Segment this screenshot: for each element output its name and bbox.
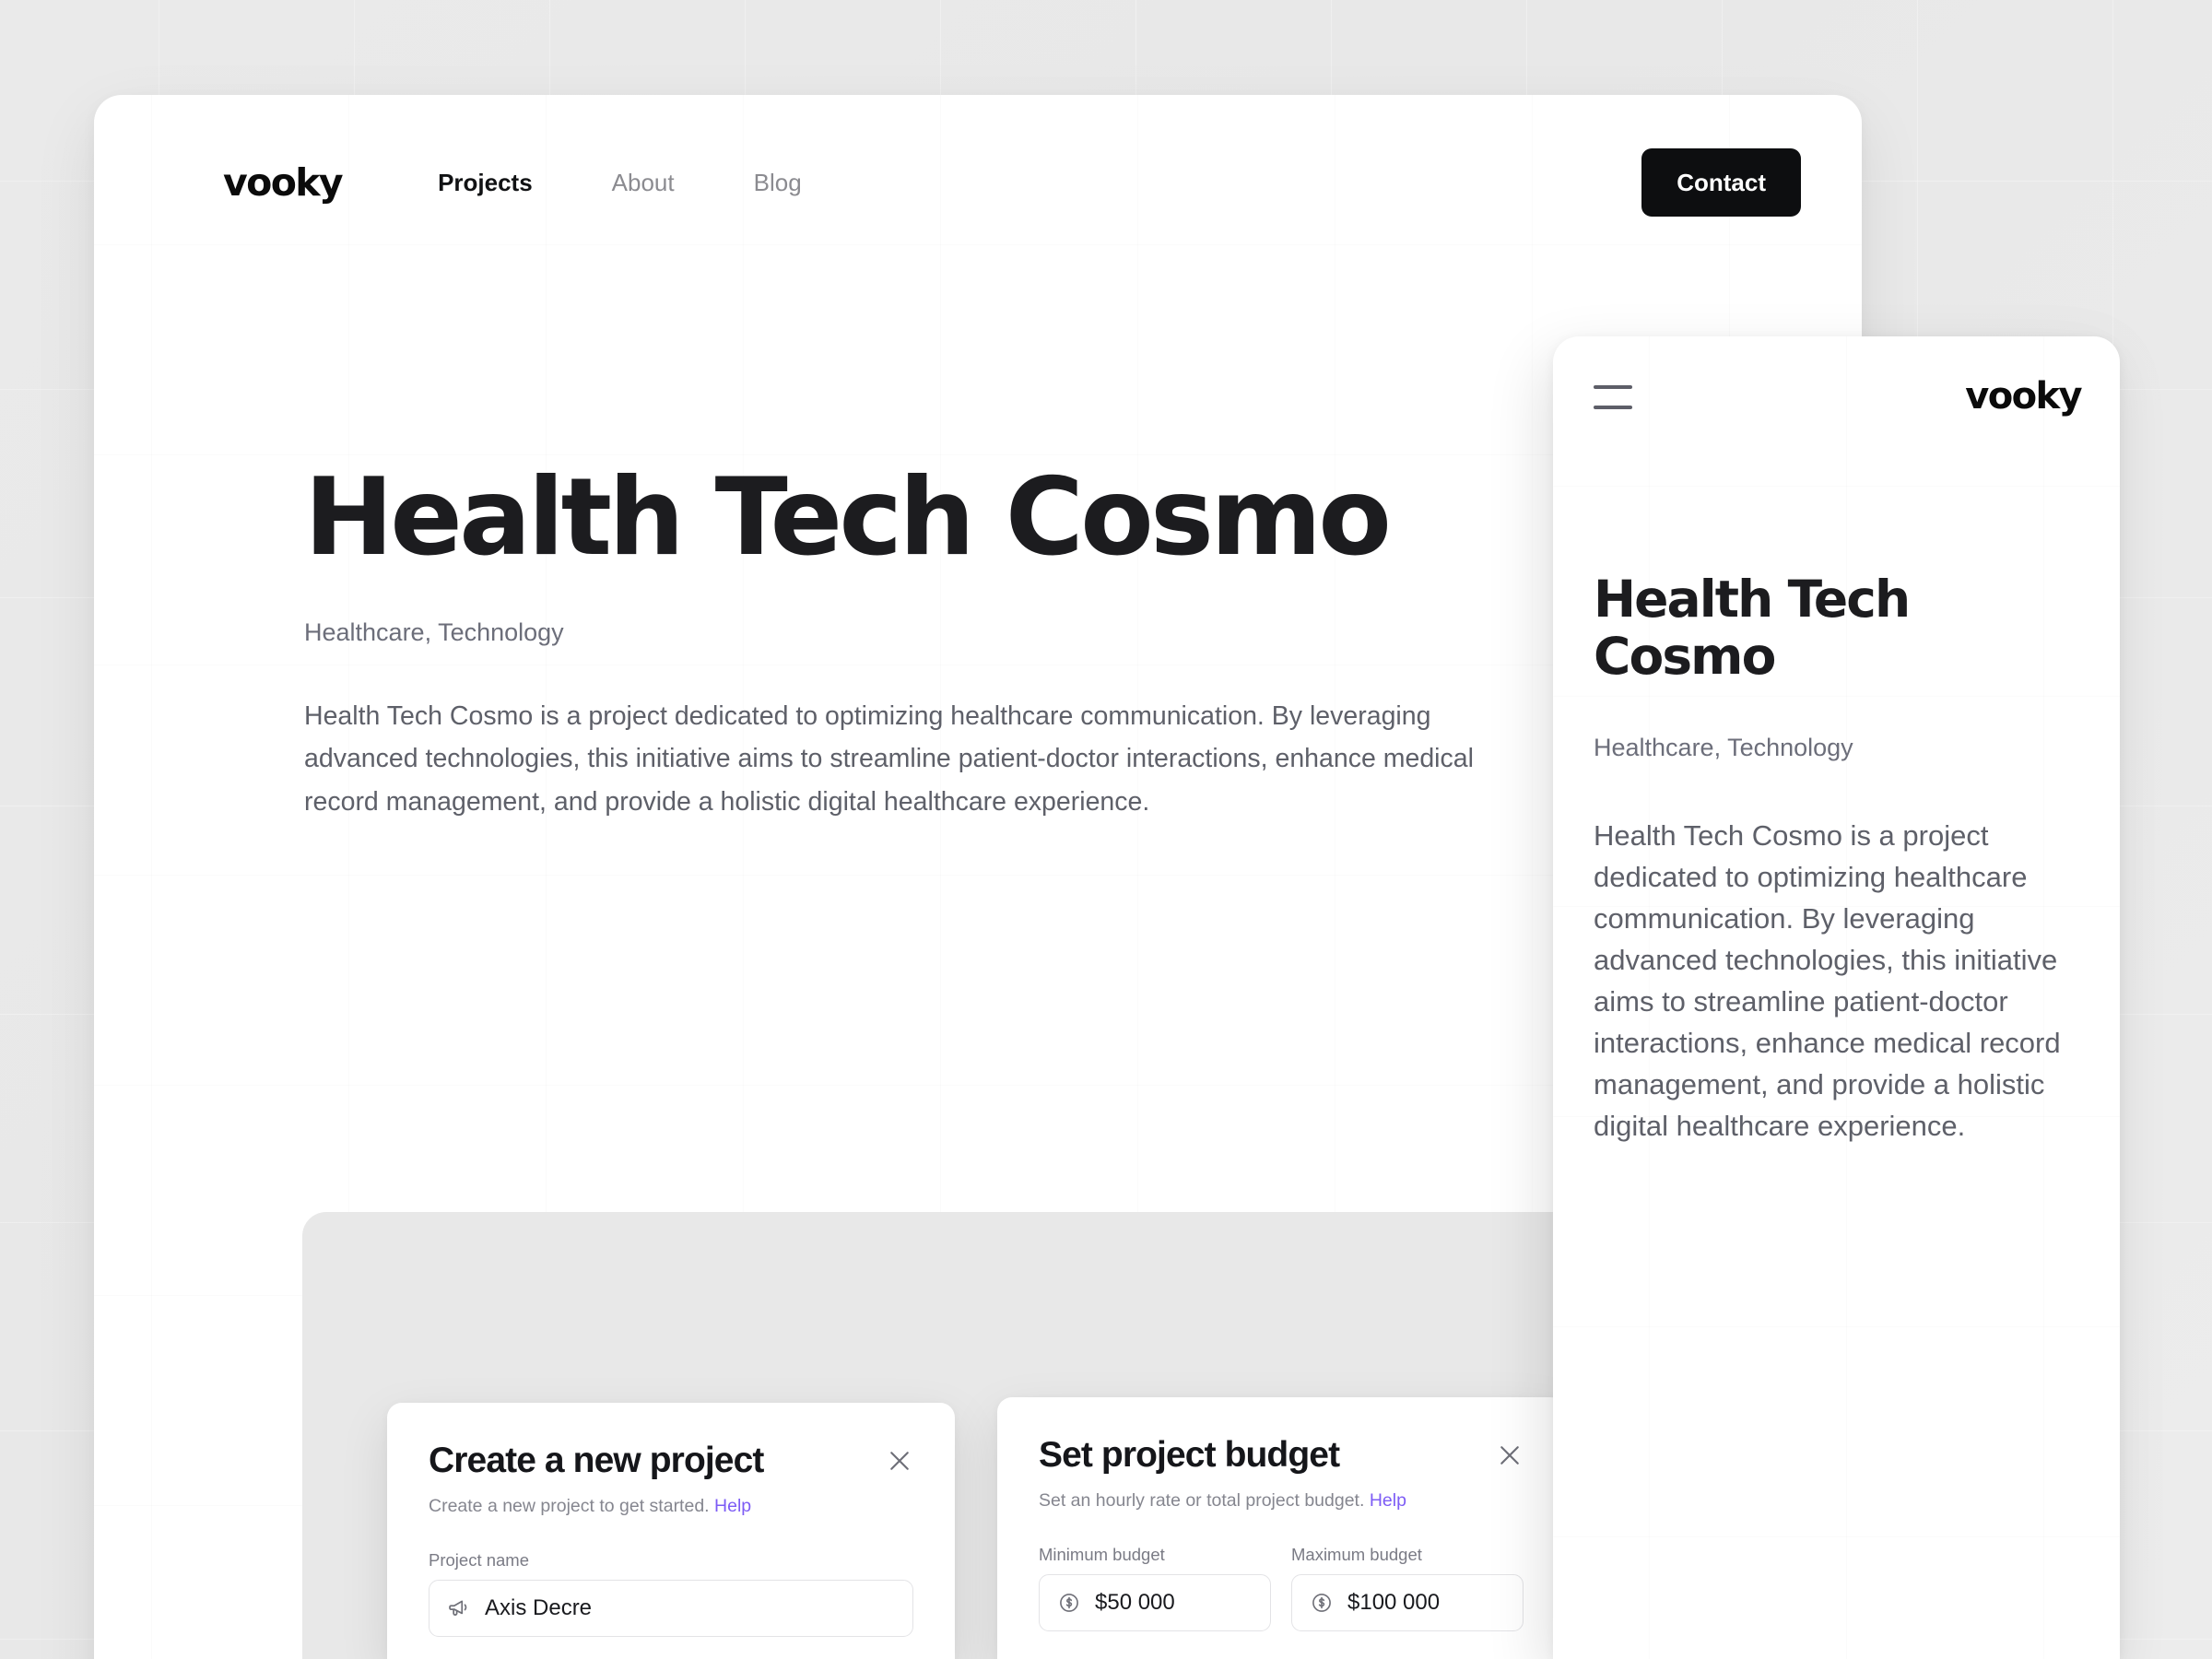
primary-nav: Projects About Blog — [438, 161, 881, 204]
dollar-circle-icon — [1310, 1591, 1334, 1615]
project-description: Health Tech Cosmo is a project dedicated… — [304, 701, 1474, 817]
project-name-input[interactable]: Axis Decre — [429, 1579, 913, 1637]
help-link[interactable]: Help — [1370, 1490, 1406, 1511]
maximum-budget-field: Maximum budget $100 000 — [1291, 1513, 1524, 1631]
screenshot-stage: vooky Projects About Blog Contact Health… — [0, 0, 2212, 1659]
mobile-navbar: vooky — [1553, 336, 2120, 456]
minimum-budget-field: Minimum budget $50 000 — [1039, 1513, 1271, 1631]
maximum-budget-label: Maximum budget — [1291, 1545, 1422, 1565]
project-name-label: Project name — [429, 1550, 529, 1571]
page-title: Health Tech Cosmo — [304, 455, 1392, 580]
mobile-preview-card: vooky Health Tech Cosmo Healthcare, Tech… — [1553, 336, 2120, 1659]
hamburger-line — [1594, 385, 1632, 389]
mobile-project-tags: Healthcare, Technology — [1594, 734, 1853, 762]
nav-link-about[interactable]: About — [612, 161, 675, 204]
maximum-budget-input[interactable]: $100 000 — [1291, 1573, 1524, 1631]
minimum-budget-value: $50 000 — [1095, 1589, 1175, 1615]
nav-link-projects[interactable]: Projects — [438, 161, 533, 204]
set-budget-modal: Set project budget Set an hourly rate or… — [997, 1397, 1565, 1659]
close-icon[interactable] — [1496, 1441, 1524, 1469]
close-icon[interactable] — [886, 1447, 913, 1475]
dollar-circle-icon — [1057, 1591, 1081, 1615]
megaphone-icon — [447, 1596, 471, 1620]
project-tags: Healthcare, Technology — [304, 618, 564, 647]
help-link[interactable]: Help — [714, 1496, 751, 1516]
create-project-subtitle-text: Create a new project to get started. — [429, 1495, 710, 1516]
maximum-budget-value: $100 000 — [1347, 1589, 1441, 1615]
create-project-modal-subtitle: Create a new project to get started. Hel… — [429, 1494, 913, 1519]
brand-logo[interactable]: vooky — [223, 163, 344, 202]
create-project-modal-title: Create a new project — [429, 1441, 764, 1480]
set-budget-modal-header: Set project budget — [1039, 1435, 1524, 1476]
minimum-budget-label: Minimum budget — [1039, 1545, 1165, 1565]
mobile-brand-logo[interactable]: vooky — [1965, 378, 2082, 415]
hamburger-line — [1594, 406, 1632, 409]
set-budget-modal-subtitle: Set an hourly rate or total project budg… — [1039, 1488, 1524, 1513]
minimum-budget-input[interactable]: $50 000 — [1039, 1573, 1271, 1631]
set-budget-modal-title: Set project budget — [1039, 1435, 1340, 1475]
mobile-page-title: Health Tech Cosmo — [1594, 570, 1911, 686]
desktop-navbar: vooky Projects About Blog Contact — [94, 95, 1862, 270]
hero-section: Health Tech Cosmo Healthcare, Technology… — [304, 455, 1613, 823]
budget-fields-row: Minimum budget $50 000 Maximum budget $1… — [1039, 1513, 1524, 1631]
mobile-hero-section: Health Tech Cosmo Healthcare, Technology… — [1594, 571, 2080, 1147]
create-project-modal-header: Create a new project — [429, 1441, 913, 1481]
set-budget-subtitle-text: Set an hourly rate or total project budg… — [1039, 1489, 1365, 1511]
nav-link-blog[interactable]: Blog — [754, 161, 802, 204]
project-name-value: Axis Decre — [485, 1594, 593, 1620]
contact-button[interactable]: Contact — [1641, 148, 1801, 217]
hamburger-icon[interactable] — [1594, 383, 1632, 409]
create-project-modal: Create a new project Create a new projec… — [387, 1403, 955, 1659]
mobile-project-description: Health Tech Cosmo is a project dedicated… — [1594, 819, 2061, 1142]
